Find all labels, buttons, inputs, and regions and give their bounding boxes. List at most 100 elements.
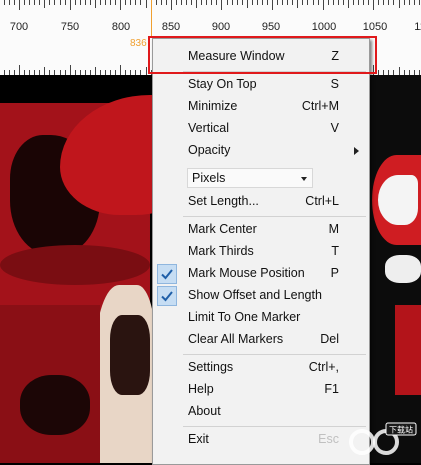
ruler-tick — [59, 0, 61, 5]
ruler-tick — [19, 65, 20, 75]
menu-item-label: Mark Thirds — [188, 244, 254, 258]
menu-item-label: Opacity — [188, 143, 231, 157]
menu-item-limit-to-one-marker[interactable]: Limit To One Marker — [153, 307, 369, 329]
menu-item-about[interactable]: About — [153, 401, 369, 423]
ruler-tick — [302, 0, 304, 5]
ruler-tick — [135, 0, 137, 5]
menu-item-help[interactable]: Help F1 — [153, 379, 369, 401]
submenu-arrow-icon — [354, 147, 359, 155]
ruler-tick — [29, 0, 31, 5]
ruler-tick — [312, 0, 314, 5]
menu-item-label: Show Offset and Length — [188, 288, 322, 302]
menu-item-shortcut: M — [328, 222, 339, 236]
dropdown-arrow-icon — [301, 177, 307, 181]
ruler-tick — [94, 0, 96, 8]
menu-item-mark-thirds[interactable]: Mark Thirds T — [153, 241, 369, 263]
ruler-tick — [44, 67, 46, 75]
ruler-tick — [69, 0, 71, 10]
ruler-tick — [282, 0, 284, 5]
ruler-tick — [241, 0, 243, 5]
ruler-tick — [186, 0, 187, 5]
watermark-logo: 下载站 — [346, 422, 418, 456]
ruler-tick — [130, 0, 132, 5]
ruler-tick — [94, 67, 96, 75]
menu-item-label: Exit — [188, 432, 209, 446]
ruler-tick — [3, 0, 5, 5]
menu-item-shortcut: V — [330, 121, 339, 135]
ruler-label-1100: 11 — [414, 21, 421, 33]
menu-item-stay-on-top[interactable]: Stay On Top S — [153, 74, 369, 96]
ruler-tick — [170, 0, 172, 10]
ruler-tick — [191, 0, 192, 5]
ruler-tick — [287, 0, 289, 5]
menu-item-show-offset-and-length[interactable]: Show Offset and Length — [153, 285, 369, 307]
menu-item-exit[interactable]: Exit Esc — [153, 429, 369, 451]
ruler-label-1050: 1050 — [362, 21, 388, 33]
menu-item-opacity[interactable]: Opacity — [153, 140, 369, 162]
ruler-tick — [140, 0, 142, 5]
ruler-tick — [34, 0, 36, 5]
menu-item-settings[interactable]: Settings Ctrl+, — [153, 357, 369, 379]
ruler-label-950: 950 — [261, 21, 281, 33]
ruler-tick — [408, 0, 410, 5]
units-select-value: Pixels — [192, 171, 226, 185]
menu-item-shortcut: Ctrl+, — [308, 360, 339, 374]
ruler-label-700: 700 — [9, 21, 29, 33]
menu-item-set-length[interactable]: Set Length... Ctrl+L — [153, 191, 369, 213]
ruler-tick — [206, 0, 208, 5]
ruler-tick — [277, 0, 279, 5]
ruler-tick — [105, 0, 106, 5]
menu-item-label: Set Length... — [188, 194, 259, 208]
ruler-tick — [226, 0, 228, 5]
watermark-text: 下载站 — [389, 425, 413, 435]
ruler-tick — [125, 0, 127, 5]
cursor-position-line — [151, 0, 152, 38]
ruler-label-850: 850 — [161, 21, 181, 33]
menu-item-vertical[interactable]: Vertical V — [153, 118, 369, 140]
checkmark-icon — [157, 286, 177, 306]
ruler-label-800: 800 — [111, 21, 131, 33]
ruler-tick — [54, 0, 56, 5]
ruler-tick — [398, 67, 400, 75]
ruler-tick — [353, 0, 354, 5]
ruler-tick — [388, 0, 390, 5]
menu-item-label: Stay On Top — [188, 77, 257, 91]
menu-item-mark-mouse-position[interactable]: Mark Mouse Position P — [153, 263, 369, 285]
menu-item-minimize[interactable]: Minimize Ctrl+M — [153, 96, 369, 118]
ruler-tick — [211, 0, 213, 5]
ruler-tick — [100, 0, 101, 5]
cursor-position-value: 836 — [130, 38, 147, 49]
ruler-tick — [180, 0, 182, 5]
ruler-tick — [337, 0, 339, 5]
menu-separator — [183, 354, 366, 355]
ruler-tick — [403, 0, 405, 5]
menu-item-label: Clear All Markers — [188, 332, 284, 346]
menu-item-label: Minimize — [188, 99, 238, 113]
ruler-tick — [110, 0, 112, 5]
ruler-tick — [19, 0, 20, 10]
ruler-tick — [393, 0, 395, 5]
menu-item-shortcut: T — [331, 244, 339, 258]
menu-item-mark-center[interactable]: Mark Center M — [153, 219, 369, 241]
ruler-tick — [398, 0, 400, 8]
ruler-tick — [24, 0, 26, 5]
menu-item-shortcut: P — [330, 266, 339, 280]
menu-item-shortcut: Del — [320, 332, 339, 346]
ruler-tick — [413, 0, 415, 5]
ruler-tick — [216, 0, 218, 5]
ruler-tick — [327, 0, 329, 5]
ruler-tick — [322, 0, 324, 10]
ruler-tick — [378, 0, 380, 5]
ruler-tick — [155, 0, 157, 5]
menu-item-label: Limit To One Marker — [188, 310, 301, 324]
ruler-tick — [221, 0, 223, 10]
ruler-tick — [251, 0, 253, 5]
ruler-tick — [49, 0, 51, 5]
ruler-tick — [44, 0, 46, 8]
ruler-label-900: 900 — [211, 21, 231, 33]
menu-item-shortcut: Esc — [318, 432, 339, 446]
ruler-tick — [342, 0, 344, 5]
units-select[interactable]: Pixels — [187, 168, 313, 188]
ruler-tick — [39, 0, 41, 5]
menu-item-clear-all-markers[interactable]: Clear All Markers Del — [153, 329, 369, 351]
